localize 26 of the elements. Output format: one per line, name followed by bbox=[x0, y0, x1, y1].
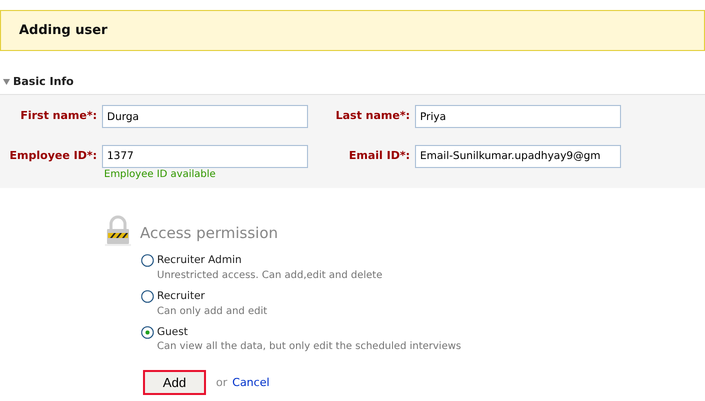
radio-button[interactable] bbox=[141, 290, 154, 304]
field-label: First name*: bbox=[19, 108, 98, 124]
option-description: Can view all the data, but only edit the scheduled interviews bbox=[156, 340, 462, 354]
add-button[interactable]: Add bbox=[143, 370, 206, 396]
cancel-link[interactable]: Cancel bbox=[232, 374, 270, 391]
radio-button[interactable] bbox=[141, 254, 154, 268]
availability-message: Employee ID available bbox=[103, 168, 217, 180]
option-description: Unrestricted access. Can add,edit and delete bbox=[156, 268, 384, 282]
option-label: Guest bbox=[157, 324, 188, 340]
or-text: or bbox=[216, 374, 228, 390]
field-label: Last name*: bbox=[334, 108, 411, 124]
field-label: Email ID*: bbox=[348, 148, 411, 164]
option-description: Can only add and edit bbox=[156, 304, 268, 318]
padlock-icon bbox=[105, 215, 131, 247]
radio-button[interactable] bbox=[141, 326, 154, 339]
section-title: Basic Info bbox=[13, 74, 74, 90]
text-field[interactable]: Priya bbox=[415, 105, 621, 128]
text-field[interactable]: Email-Sunilkumar.upadhyay9@gm bbox=[415, 144, 621, 168]
section-heading: Access permission bbox=[140, 222, 278, 244]
text-field[interactable]: 1377 bbox=[102, 144, 308, 168]
page-title: Adding user bbox=[19, 22, 108, 40]
option-label: Recruiter Admin bbox=[157, 253, 242, 268]
text-field[interactable]: Durga bbox=[102, 105, 308, 128]
collapse-icon[interactable] bbox=[3, 79, 10, 85]
field-label: Employee ID*: bbox=[8, 148, 98, 164]
option-label: Recruiter bbox=[157, 288, 205, 304]
